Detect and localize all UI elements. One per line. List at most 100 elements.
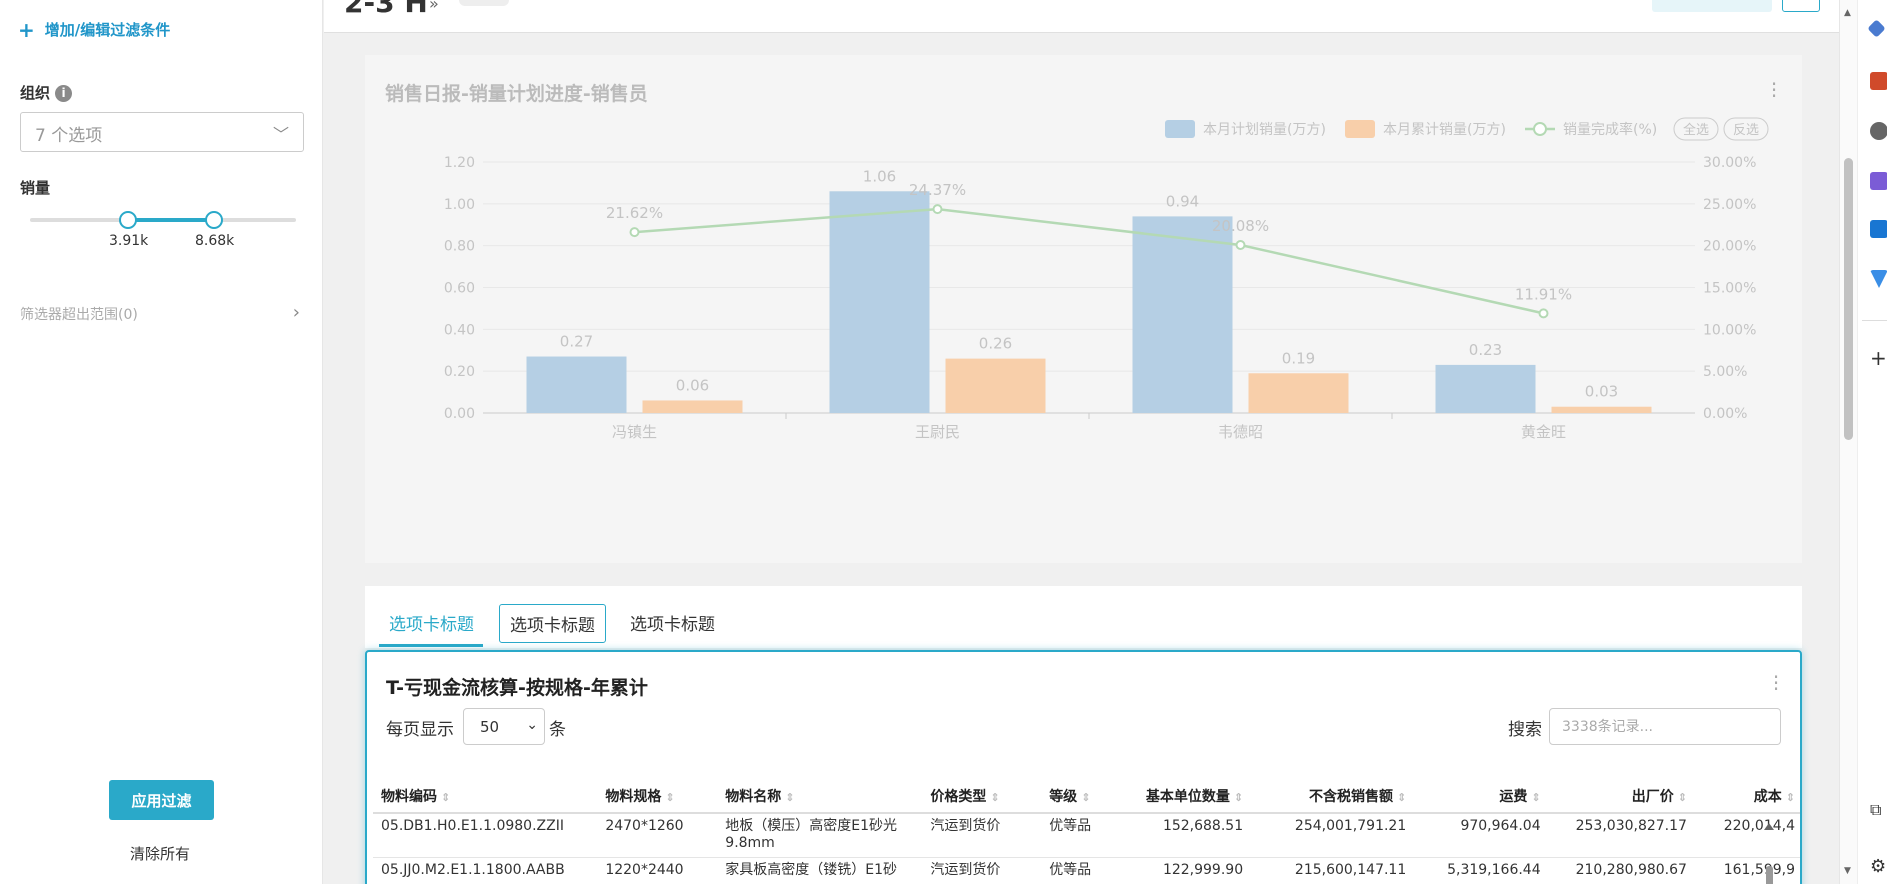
bar-data-label: 0.94 (1166, 192, 1199, 210)
page-scroll-thumb[interactable] (1844, 158, 1853, 440)
column-header[interactable]: 物料规格 ⇕ (597, 780, 718, 814)
table-cell: 05.JJ0.M2.E1.1.1800.AABB (373, 857, 598, 884)
legend-toggle-label: 全选 (1683, 122, 1709, 138)
sales-slider-min-handle[interactable] (119, 211, 137, 229)
shopping-app-icon[interactable] (1870, 72, 1887, 90)
sort-icon[interactable]: ⇕ (1786, 791, 1795, 804)
sort-icon[interactable]: ⇕ (1531, 791, 1540, 804)
y-tick-right-label: 10.00% (1703, 322, 1756, 338)
scroll-up-icon[interactable] (1764, 823, 1774, 830)
y-tick-left-label: 1.00 (444, 197, 475, 213)
table-more-icon[interactable]: · · · (1771, 667, 1781, 699)
tab-bar: 选项卡标题 选项卡标题 选项卡标题 (365, 586, 1802, 648)
bar-actual (1551, 406, 1652, 413)
table-scrollbar[interactable] (1762, 814, 1776, 884)
table-cell: 汽运到货价 (922, 813, 1042, 858)
diamond-app-icon[interactable] (1867, 19, 1886, 38)
header-tag[interactable] (459, 0, 509, 6)
outlook-app-icon[interactable] (1870, 220, 1887, 238)
search-input[interactable] (1549, 708, 1781, 745)
scroll-down-icon[interactable]: ▼ (1844, 866, 1851, 876)
tab-2[interactable]: 选项卡标题 (499, 604, 606, 643)
add-app-icon[interactable]: + (1870, 346, 1887, 370)
out-of-range-filters[interactable]: 筛选器超出范围(0) › (20, 302, 300, 324)
legend-item: 销量完成率(%) (1563, 121, 1657, 138)
org-select[interactable]: 7 个选项 ﹀ (20, 112, 304, 152)
y-tick-right-label: 25.00% (1703, 197, 1756, 213)
table-cell: 152,688.51 (1107, 813, 1252, 858)
table-row[interactable]: 05.JJ0.M2.E1.1.1800.AABB 1220*2440 家具板高密度（… (373, 857, 1800, 884)
combo-chart: 0.00 0.00% 0.20 5.00% 0.40 10.00% 0.60 15.00% 0.… (444, 117, 1769, 441)
bar-data-label: 0.06 (676, 376, 709, 394)
scroll-up-icon[interactable]: ▲ (1844, 8, 1851, 18)
line-data-label: 20.08% (1212, 217, 1269, 235)
column-header-label: 基本单位数量 (1145, 789, 1230, 805)
per-page-label: 每页显示 (386, 720, 454, 740)
sort-icon[interactable]: ⇕ (785, 791, 794, 804)
profile-app-icon[interactable] (1870, 122, 1887, 140)
tab-1[interactable]: 选项卡标题 (379, 604, 484, 641)
column-header[interactable]: 运费 ⇕ (1414, 780, 1549, 814)
add-filter-button[interactable]: + 增加/编辑过滤条件 (18, 18, 170, 42)
column-header[interactable]: 不含税销售额 ⇕ (1251, 780, 1415, 814)
sort-icon[interactable]: ⇕ (1678, 791, 1687, 804)
sort-icon[interactable]: ⇕ (990, 791, 999, 804)
column-header[interactable]: 价格类型 ⇕ (922, 780, 1042, 814)
chart-card: 销售日报-销量计划进度-销售员 · · · 0.00 0.00% 0.20 5.00% 0.… (365, 55, 1802, 563)
sort-icon[interactable]: ⇕ (441, 791, 450, 804)
sales-slider-max-handle[interactable] (205, 211, 223, 229)
sales-filter-label: 销量 (20, 179, 51, 197)
column-header[interactable]: 基本单位数量 ⇕ (1107, 780, 1252, 814)
bar-data-label: 0.26 (979, 335, 1012, 353)
bar-data-label: 0.19 (1282, 349, 1315, 367)
clear-all-button[interactable]: 清除所有 (130, 843, 190, 864)
sort-icon[interactable]: ⇕ (665, 791, 674, 804)
column-header-label: 物料规格 (605, 789, 662, 805)
screenshot-icon[interactable]: ⧉ (1870, 800, 1881, 820)
table-scroll-thumb[interactable] (1766, 866, 1773, 884)
line-data-label: 21.62% (606, 204, 663, 222)
sort-icon[interactable]: ⇕ (1234, 791, 1243, 804)
sort-icon[interactable]: ⇕ (1081, 791, 1090, 804)
info-icon[interactable]: i (55, 85, 73, 102)
table-cell: 215,600,147.11 (1251, 857, 1415, 884)
apply-filter-button[interactable]: 应用过滤 (109, 780, 214, 820)
column-header[interactable]: 等级 ⇕ (1041, 780, 1108, 814)
y-tick-left-label: 0.40 (444, 322, 475, 338)
double-chevron-icon[interactable]: » (429, 0, 439, 13)
puzzle-app-icon[interactable] (1870, 172, 1887, 190)
y-tick-right-label: 5.00% (1703, 364, 1747, 380)
page-scrollbar[interactable]: ▲ ▼ (1839, 0, 1857, 884)
chevron-down-icon: ⌄ (526, 717, 538, 733)
chevron-right-icon: › (292, 302, 300, 323)
column-header[interactable]: 出厂价 ⇕ (1548, 780, 1695, 814)
chevron-down-icon: ﹀ (272, 125, 289, 144)
column-header[interactable]: 成本 ⇕ (1694, 780, 1800, 814)
completion-rate-line (634, 207, 1544, 315)
table-cell: 地板（模压）高密度E1砂光 9.8mm (717, 813, 923, 858)
header-action-button[interactable] (1652, 0, 1772, 12)
per-page-value: 50 (480, 718, 500, 736)
rail-divider (1862, 320, 1887, 321)
column-header[interactable]: 物料名称 ⇕ (717, 780, 923, 814)
column-header-label: 等级 (1049, 789, 1078, 805)
add-filter-label: 增加/编辑过滤条件 (44, 21, 171, 39)
table-cell: 970,964.04 (1414, 813, 1549, 858)
legend-item: 本月累计销量(万方) (1383, 122, 1506, 138)
header-menu-button[interactable] (1782, 0, 1820, 12)
bar-plan (829, 191, 930, 413)
column-header-label: 物料名称 (725, 789, 782, 805)
table-cell: 05.DB1.H0.E1.1.0980.ZZII (373, 813, 598, 858)
drive-app-icon[interactable] (1870, 270, 1887, 288)
per-page-select[interactable]: 50 ⌄ (463, 708, 545, 745)
settings-gear-icon[interactable]: ⚙ (1870, 856, 1886, 877)
bar-data-label: 0.27 (560, 333, 593, 351)
sort-icon[interactable]: ⇕ (1397, 791, 1406, 804)
search-label: 搜索 (1508, 720, 1542, 740)
column-header-label: 运费 (1499, 789, 1528, 805)
sales-slider-range (128, 218, 214, 222)
tab-3[interactable]: 选项卡标题 (620, 604, 725, 641)
table-row[interactable]: 05.DB1.H0.E1.1.0980.ZZII 2470*1260 地板（模压）高… (373, 813, 1800, 858)
table-cell: 220,014,4 (1694, 813, 1800, 858)
column-header[interactable]: 物料编码 ⇕ (373, 780, 598, 814)
